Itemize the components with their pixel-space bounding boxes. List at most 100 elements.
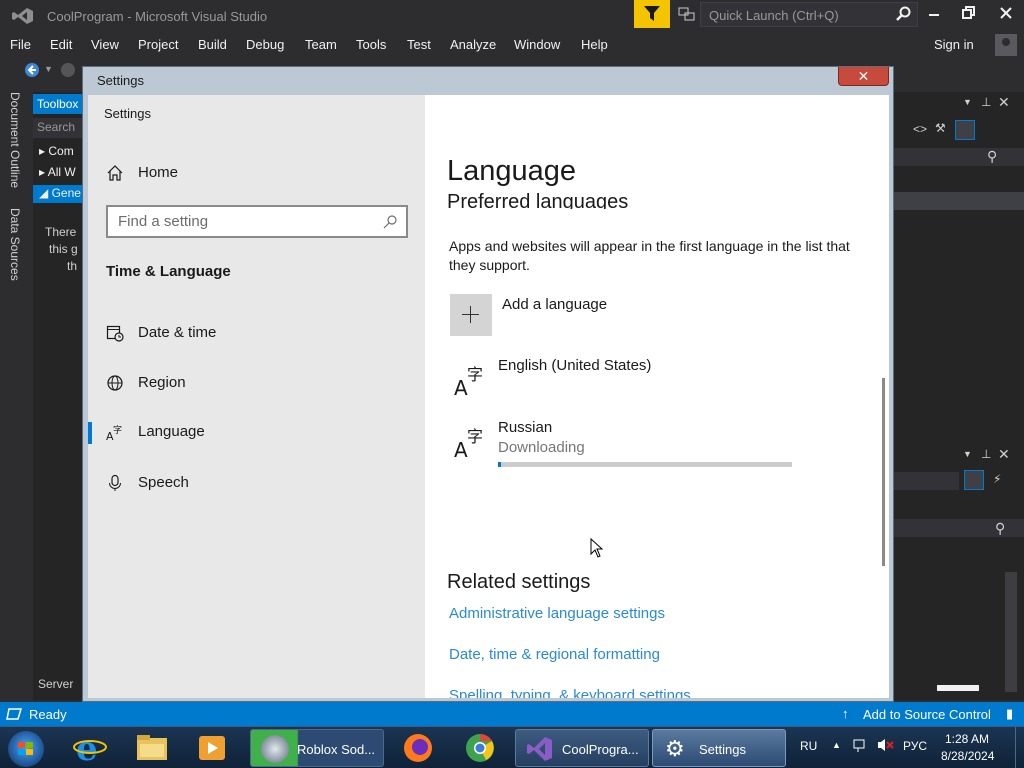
window-title: CoolProgram - Microsoft Visual Studio [47,9,268,24]
volume-muted-icon[interactable] [876,737,894,756]
account-avatar-icon[interactable] [995,34,1017,56]
taskbar-app-visual-studio[interactable]: CoolProgra... [515,729,649,767]
add-language-label[interactable]: Add a language [502,296,607,313]
forward-navigation-icon[interactable] [60,62,76,81]
events-lightning-icon[interactable]: ⚡ [993,472,1001,486]
back-dropdown-icon[interactable]: ▼ [44,64,53,74]
maximize-button[interactable] [959,6,979,24]
language-status: Downloading [498,439,585,456]
nav-home[interactable]: Home [88,155,425,191]
input-language-indicator[interactable]: RU [800,739,817,753]
nav-item-speech[interactable]: Speech [88,465,425,501]
chrome-icon[interactable] [460,730,500,766]
visual-studio-icon [526,735,554,766]
find-setting-placeholder: Find a setting [118,213,209,230]
nav-item-language[interactable]: A字 Language [88,414,425,450]
internet-explorer-icon[interactable]: e [70,729,110,768]
quick-launch-placeholder: Quick Launch (Ctrl+Q) [709,8,839,23]
arrow-up-icon: ↑ [842,706,849,721]
add-to-source-control[interactable]: Add to Source Control [863,707,991,722]
notifications-icon[interactable]: ▮ [1006,706,1013,722]
show-desktop-button[interactable] [1015,727,1024,768]
pin-icon[interactable]: ⊥ [981,447,991,461]
taskbar-app-label: Roblox Sod... [297,742,376,757]
panel-scrollbar[interactable] [1005,572,1017,692]
page-title: Language [447,155,577,187]
link-administrative-language[interactable]: Administrative language settings [449,605,665,622]
wrench-icon[interactable]: ⚒ [935,121,946,135]
language-list-item[interactable]: A字 Russian Downloading [450,419,870,479]
nav-item-region[interactable]: Region [88,365,425,401]
taskbar-app-settings[interactable]: ⚙ Settings [652,729,786,767]
section-description: Apps and websites will appear in the fir… [449,238,850,273]
feedback-icon[interactable] [678,6,696,22]
gear-icon: ⚙ [665,736,685,761]
menu-test[interactable]: Test [407,37,431,52]
menu-team[interactable]: Team [305,37,337,52]
nav-item-date-time[interactable]: Date & time [88,315,425,351]
microphone-icon [106,474,124,492]
properties-toggle-icon[interactable] [955,120,975,140]
toolbox-row-label: Gene [51,186,81,200]
language-name: Russian [498,419,553,436]
panel-close-icon[interactable]: ✕ [998,94,1010,111]
windows-logo-icon [18,742,33,755]
tab-data-sources[interactable]: Data Sources [8,208,22,281]
menu-file[interactable]: File [10,37,31,52]
calendar-clock-icon [106,324,124,342]
search-icon[interactable]: ⚲ [995,520,1005,537]
properties-combo[interactable] [893,472,959,490]
menu-debug[interactable]: Debug [246,37,284,52]
find-setting-input[interactable]: Find a setting [106,205,408,238]
clock-time[interactable]: 1:28 AM [945,732,989,746]
file-explorer-icon[interactable] [132,730,172,766]
close-button[interactable] [996,6,1016,24]
back-navigation-icon[interactable] [24,62,40,81]
search-icon[interactable]: ⚲ [987,148,997,165]
menu-analyze[interactable]: Analyze [450,37,496,52]
add-language-button[interactable] [450,294,492,336]
menu-tools[interactable]: Tools [356,37,386,52]
menu-build[interactable]: Build [198,37,227,52]
svg-text:字: 字 [467,427,483,446]
link-spelling-typing-keyboard[interactable]: Spelling, typing, & keyboard settings [449,687,691,698]
panel-search-bar[interactable] [893,148,1024,166]
keyboard-layout-indicator[interactable]: РУС [903,739,927,753]
filter-icon[interactable] [634,0,670,28]
menu-edit[interactable]: Edit [50,37,72,52]
menu-view[interactable]: View [91,37,119,52]
menu-help[interactable]: Help [581,37,608,52]
home-icon [106,164,124,182]
language-list-item[interactable]: A字 English (United States) [450,357,870,417]
content-scrollbar[interactable] [882,378,885,566]
menu-window[interactable]: Window [514,37,560,52]
minimize-button[interactable] [924,6,944,24]
globe-icon [106,374,124,392]
panel-close-icon[interactable]: ✕ [998,446,1010,463]
pin-icon[interactable]: ⊥ [981,95,991,109]
panel-resize-handle[interactable] [937,685,979,691]
link-date-time-regional[interactable]: Date, time & regional formatting [449,646,660,663]
properties-wrench-icon[interactable] [964,470,984,490]
clock-date[interactable]: 8/28/2024 [941,749,994,763]
taskbar-app-roblox[interactable]: Roblox Sod... [250,729,384,767]
action-center-flag-icon[interactable] [852,737,868,756]
language-icon: A字 [454,425,486,462]
show-hidden-icons-icon[interactable]: ▲ [832,740,841,750]
server-explorer-tab[interactable]: Server [38,677,73,691]
start-button[interactable] [8,731,44,767]
panel-dropdown-icon[interactable]: ▼ [963,449,972,459]
language-name: English (United States) [498,357,652,374]
sign-in-link[interactable]: Sign in [934,37,974,52]
svg-text:字: 字 [113,424,122,436]
nav-home-label: Home [138,164,179,181]
menu-project[interactable]: Project [138,37,178,52]
code-view-icon[interactable]: <> [913,122,927,136]
firefox-icon[interactable] [398,730,438,766]
quick-launch-input[interactable]: Quick Launch (Ctrl+Q) [700,2,918,27]
media-player-icon[interactable] [192,730,232,766]
panel-dropdown-icon[interactable]: ▼ [963,97,972,107]
tab-document-outline[interactable]: Document Outline [8,92,22,188]
settings-close-button[interactable]: ✕ [838,67,889,86]
panel-selected-row[interactable] [893,192,1024,210]
